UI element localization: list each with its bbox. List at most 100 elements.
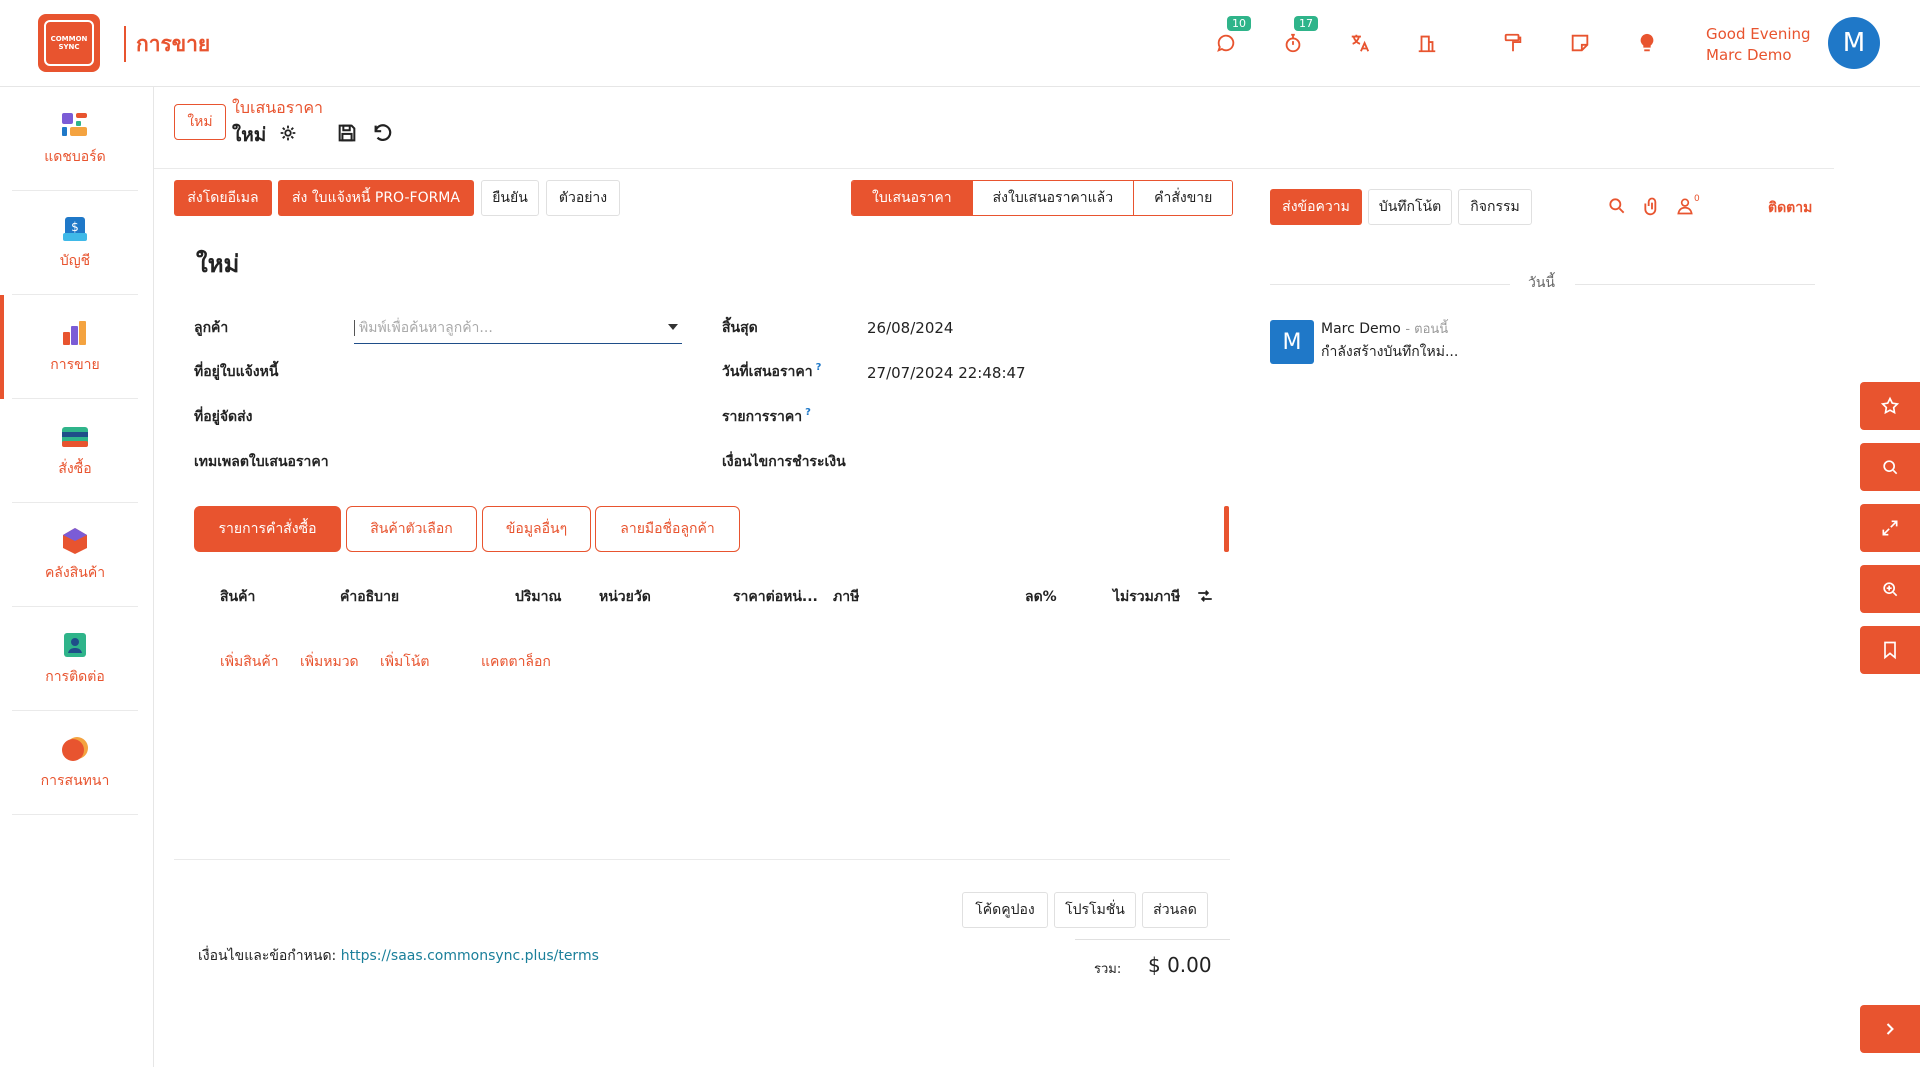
- help-icon[interactable]: ?: [816, 362, 822, 373]
- confirm-button[interactable]: ยืนยัน: [481, 180, 539, 216]
- message-body: กำลังสร้างบันทึกใหม่...: [1321, 344, 1459, 360]
- search-icon[interactable]: [1607, 196, 1627, 216]
- log-note-button[interactable]: บันทึกโน้ต: [1368, 189, 1452, 225]
- messages-button[interactable]: 10: [1213, 16, 1251, 56]
- terms-and-conditions: เงื่อนไขและข้อกำหนด: https://saas.common…: [198, 945, 599, 967]
- sidebar-item-contacts[interactable]: การติดต่อ: [12, 607, 138, 711]
- sidebar-item-label: แดชบอร์ด: [44, 148, 106, 165]
- column-header-quantity[interactable]: ปริมาณ: [515, 586, 561, 608]
- delivery-address-label: ที่อยู่จัดส่ง: [194, 409, 253, 425]
- follow-button[interactable]: ติดตาม: [1768, 197, 1812, 219]
- tips-button[interactable]: [1634, 30, 1660, 56]
- svg-text:$: $: [71, 220, 79, 234]
- purchase-icon: [62, 426, 88, 447]
- brand-divider: [124, 26, 126, 62]
- quotation-date-value[interactable]: 27/07/2024 22:48:47: [867, 364, 1026, 382]
- coupon-code-button[interactable]: โค้ดคูปอง: [962, 892, 1048, 928]
- add-product-link[interactable]: เพิ่มสินค้า: [220, 651, 279, 673]
- sidebar-item-discuss[interactable]: การสนทนา: [12, 711, 138, 815]
- bookmark-icon: [1884, 641, 1896, 660]
- language-button[interactable]: [1347, 30, 1373, 56]
- chevron-right-icon: [1886, 1023, 1894, 1035]
- promotion-button[interactable]: โปรโมชั่น: [1054, 892, 1136, 928]
- sticky-note-button[interactable]: [1567, 30, 1593, 56]
- terms-link[interactable]: https://saas.commonsync.plus/terms: [341, 948, 599, 964]
- user-name: Marc Demo: [1706, 46, 1792, 64]
- status-step-quotation-sent[interactable]: ส่งใบเสนอราคาแล้ว: [971, 181, 1134, 215]
- column-header-discount[interactable]: ลด%: [1025, 586, 1057, 608]
- activities-tab-button[interactable]: กิจกรรม: [1458, 189, 1532, 225]
- message-header: Marc Demo - ตอนนี้: [1321, 318, 1448, 339]
- favorite-button[interactable]: [1860, 382, 1920, 430]
- column-header-uom[interactable]: หน่วยวัด: [599, 586, 651, 608]
- save-icon[interactable]: [336, 122, 358, 144]
- global-search-button[interactable]: [1860, 443, 1920, 491]
- help-icon[interactable]: ?: [805, 407, 811, 418]
- tab-other-info[interactable]: ข้อมูลอื่นๆ: [482, 506, 591, 552]
- discount-button[interactable]: ส่วนลด: [1142, 892, 1208, 928]
- discard-icon[interactable]: [372, 122, 394, 144]
- logo-mark: COMMON SYNC: [44, 20, 94, 66]
- fullscreen-button[interactable]: [1860, 504, 1920, 552]
- star-icon: [1880, 396, 1900, 415]
- sidebar-item-dashboard[interactable]: แดชบอร์ด: [12, 87, 138, 191]
- expiration-value[interactable]: 26/08/2024: [867, 319, 953, 337]
- gear-icon[interactable]: [277, 122, 299, 144]
- catalog-link[interactable]: แคตตาล็อก: [481, 651, 551, 673]
- followers-icon[interactable]: [1675, 196, 1695, 216]
- sidebar-item-sales[interactable]: การขาย: [0, 295, 138, 399]
- building-icon: [1418, 35, 1436, 53]
- send-proforma-button[interactable]: ส่ง ใบแจ้งหนี้ PRO-FORMA: [278, 180, 474, 216]
- user-avatar[interactable]: M: [1828, 17, 1880, 69]
- zoom-button[interactable]: [1860, 565, 1920, 613]
- customer-placeholder: พิมพ์เพื่อค้นหาลูกค้า...: [354, 319, 493, 336]
- paperclip-icon[interactable]: [1642, 196, 1662, 216]
- message-author[interactable]: Marc Demo: [1321, 321, 1401, 337]
- chevron-down-icon[interactable]: [668, 324, 678, 330]
- status-step-sales-order[interactable]: คำสั่งขาย: [1133, 181, 1233, 215]
- column-header-product[interactable]: สินค้า: [220, 586, 255, 608]
- quotation-date-label: วันที่เสนอราคา: [722, 364, 813, 380]
- order-lines-divider: [174, 859, 1230, 860]
- expand-icon: [1882, 520, 1898, 536]
- theme-button[interactable]: [1500, 30, 1526, 56]
- status-step-quotation[interactable]: ใบเสนอราคา: [852, 181, 972, 215]
- tab-optional-products[interactable]: สินค้าตัวเลือก: [346, 506, 477, 552]
- tab-order-lines[interactable]: รายการคำสั่งซื้อ: [194, 506, 341, 552]
- activities-button[interactable]: 17: [1280, 16, 1318, 56]
- user-greeting: Good Evening Marc Demo: [1706, 24, 1811, 66]
- tab-customer-signature[interactable]: ลายมือชื่อลูกค้า: [595, 506, 740, 552]
- total-label: รวม:: [1094, 962, 1122, 977]
- search-icon: [1883, 460, 1898, 475]
- column-settings-icon[interactable]: [1196, 587, 1214, 605]
- column-header-subtotal[interactable]: ไม่รวมภาษี: [1113, 586, 1180, 608]
- greeting-text: Good Evening: [1706, 25, 1811, 43]
- breadcrumb-parent[interactable]: ใบเสนอราคา: [232, 96, 323, 121]
- bookmark-button[interactable]: [1860, 626, 1920, 674]
- contacts-icon: [64, 632, 86, 657]
- messages-badge: 10: [1227, 16, 1251, 31]
- send-message-button[interactable]: ส่งข้อความ: [1270, 189, 1362, 225]
- quotation-date-field: วันที่เสนอราคา?: [722, 361, 821, 383]
- expand-dock-button[interactable]: [1860, 1005, 1920, 1053]
- column-header-taxes[interactable]: ภาษี: [833, 586, 859, 608]
- customer-field[interactable]: พิมพ์เพื่อค้นหาลูกค้า...: [354, 312, 682, 344]
- add-section-link[interactable]: เพิ่มหมวด: [300, 651, 359, 673]
- message-author-avatar[interactable]: M: [1270, 320, 1314, 364]
- zoom-in-icon: [1883, 582, 1898, 597]
- column-header-unit-price[interactable]: ราคาต่อหน่...: [733, 586, 818, 608]
- breadcrumb-current: ใหม่: [232, 124, 267, 146]
- column-header-description[interactable]: คำอธิบาย: [340, 586, 399, 608]
- sidebar-item-inventory[interactable]: คลังสินค้า: [12, 503, 138, 607]
- header-divider: [154, 168, 1834, 169]
- new-record-button[interactable]: ใหม่: [174, 104, 226, 140]
- sidebar-item-label: คลังสินค้า: [44, 564, 106, 581]
- preview-button[interactable]: ตัวอย่าง: [546, 180, 620, 216]
- add-note-link[interactable]: เพิ่มโน้ต: [380, 651, 429, 673]
- translate-icon: [1351, 34, 1370, 52]
- company-switch-button[interactable]: [1414, 30, 1440, 56]
- company-logo[interactable]: COMMON SYNC: [38, 14, 100, 72]
- sidebar-item-purchase[interactable]: สั่งซื้อ: [12, 399, 138, 503]
- sidebar-item-accounting[interactable]: $ บัญชี: [12, 191, 138, 295]
- send-email-button[interactable]: ส่งโดยอีเมล: [174, 180, 272, 216]
